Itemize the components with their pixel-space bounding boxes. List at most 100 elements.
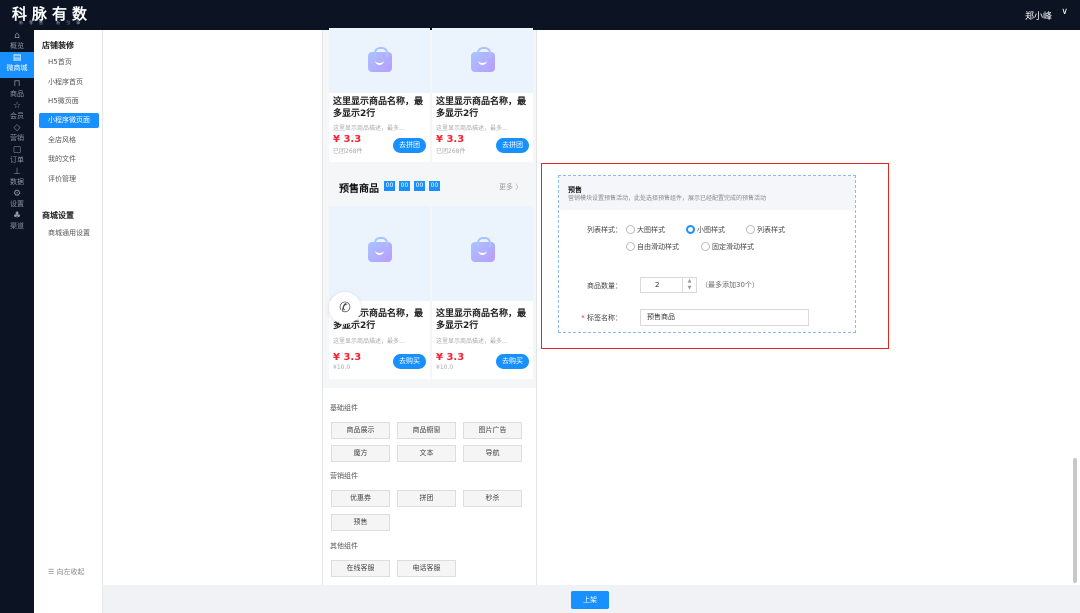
- submenu-group-settings: 商城设置: [42, 211, 74, 220]
- nav-label: 渠道: [10, 222, 24, 230]
- member-icon: ☆: [12, 101, 22, 111]
- product-card[interactable]: 这里显示商品名称，最多显示2行 这里显示商品描述，最多... ¥ 3.3 已团2…: [432, 28, 533, 162]
- submenu-item-reviews[interactable]: 评价管理: [42, 172, 99, 187]
- countdown-seconds: 00: [429, 181, 440, 191]
- nav-label: 微商城: [6, 64, 28, 72]
- collapse-toggle[interactable]: ☰ 向左收起: [48, 567, 85, 577]
- quantity-stepper[interactable]: 2 ▲ ▼: [640, 277, 697, 293]
- marketing-components-title: 营销组件: [330, 472, 358, 480]
- stepper-arrows-icon[interactable]: ▲ ▼: [682, 278, 696, 292]
- nav-item-1[interactable]: ▤ 微商城: [0, 52, 34, 78]
- main-content: 这里显示商品名称，最多显示2行 这里显示商品描述，最多... ¥ 3.3 已团2…: [103, 28, 1080, 585]
- user-name[interactable]: 郑小峰: [1025, 9, 1052, 22]
- other-components-title: 其他组件: [330, 542, 358, 550]
- radio-list-style[interactable]: 列表样式: [746, 225, 785, 235]
- product-desc: 这里显示商品描述，最多...: [436, 125, 508, 132]
- nav-label: 数据: [10, 178, 24, 186]
- top-bar: 科脉有数 新零售 新引擎 郑小峰 ∨: [0, 0, 1080, 30]
- submenu-item-files[interactable]: 我的文件: [42, 152, 99, 167]
- component-presale[interactable]: 预售: [331, 514, 390, 531]
- product-price: ¥ 3.3: [436, 352, 465, 363]
- product-image: [329, 28, 430, 93]
- scrollbar[interactable]: [1073, 458, 1077, 583]
- component-product-display[interactable]: 商品展示: [331, 422, 390, 439]
- product-name: 这里显示商品名称，最多显示2行: [436, 97, 527, 119]
- component-group-buy[interactable]: 拼团: [397, 490, 456, 507]
- component-flash-sale[interactable]: 秒杀: [463, 490, 522, 507]
- radio-large-style[interactable]: 大图样式: [626, 225, 665, 235]
- home-icon: ⌂: [14, 31, 20, 41]
- submenu-item-mini-home[interactable]: 小程序首页: [42, 75, 99, 90]
- component-text[interactable]: 文本: [397, 445, 456, 462]
- publish-button[interactable]: 上架: [571, 591, 609, 609]
- required-mark: *: [581, 314, 585, 322]
- component-coupon[interactable]: 优惠券: [331, 490, 390, 507]
- countdown-days: 00: [384, 181, 395, 191]
- component-online-service[interactable]: 在线客服: [331, 560, 390, 577]
- main-nav: ⌂ 概览 ▤ 微商城 ⊓ 商品 ☆ 会员 ◇ 营销 ▢ 订单 ⊥ 数据 ⚙ 设置 ♣ 渠道: [0, 30, 34, 613]
- presale-editor: 预售 营销模块设置预售活动，此处选择预售组件，展示已经配置完成的预售活动 列表样…: [558, 175, 856, 333]
- buy-button[interactable]: 去购买: [496, 354, 529, 369]
- nav-item-2[interactable]: ⊓ 商品: [0, 78, 34, 100]
- product-desc: 这里显示商品描述，最多...: [333, 125, 405, 132]
- more-link[interactable]: 更多 〉: [499, 182, 522, 192]
- presale-title: 预售商品: [339, 184, 379, 195]
- component-product-window[interactable]: 商品橱窗: [397, 422, 456, 439]
- nav-item-8[interactable]: ♣ 渠道: [0, 210, 34, 232]
- radio-free-scroll[interactable]: 自由滑动样式: [626, 242, 679, 252]
- nav-item-3[interactable]: ☆ 会员: [0, 100, 34, 122]
- chevron-down-icon[interactable]: ∨: [1061, 7, 1068, 17]
- qty-label: 商品数量：: [587, 282, 622, 290]
- radio-small-style[interactable]: 小图样式: [686, 225, 725, 235]
- shopping-bag-icon: [471, 237, 495, 262]
- gear-icon: ⚙: [12, 189, 22, 199]
- tag-icon: ◇: [13, 123, 21, 133]
- brand-tagline: 新零售 新引擎: [19, 20, 87, 25]
- store-icon: ▤: [12, 53, 22, 63]
- submenu-group-decoration: 店铺装修: [42, 41, 74, 50]
- nav-item-5[interactable]: ▢ 订单: [0, 144, 34, 166]
- product-card[interactable]: 这里显示商品名称，最多显示2行 这里显示商品描述，最多... ¥ 3.3 ¥10…: [432, 206, 533, 379]
- component-cube[interactable]: 魔方: [331, 445, 390, 462]
- group-buy-button[interactable]: 去拼团: [496, 138, 529, 153]
- editor-desc: 营销模块设置预售活动，此处选择预售组件，展示已经配置完成的预售活动: [568, 195, 767, 202]
- product-price: ¥ 3.3: [333, 352, 362, 363]
- shopping-bag-icon: [471, 47, 495, 72]
- nav-label: 订单: [10, 156, 24, 164]
- tag-label-text: 标签名称：: [587, 314, 622, 322]
- nav-label: 会员: [10, 112, 24, 120]
- component-nav[interactable]: 导航: [463, 445, 522, 462]
- radio-fixed-scroll[interactable]: 固定滑动样式: [701, 242, 754, 252]
- submenu-item-mini-micro[interactable]: 小程序微页面: [39, 113, 99, 128]
- tag-name-input[interactable]: 预售商品: [640, 309, 809, 326]
- basic-components-title: 基础组件: [330, 404, 358, 412]
- nav-item-6[interactable]: ⊥ 数据: [0, 166, 34, 188]
- product-card[interactable]: 这里显示商品名称，最多显示2行 这里显示商品描述，最多... ¥ 3.3 已团2…: [329, 28, 430, 162]
- nav-item-7[interactable]: ⚙ 设置: [0, 188, 34, 210]
- phone-preview: 这里显示商品名称，最多显示2行 这里显示商品描述，最多... ¥ 3.3 已团2…: [322, 28, 537, 585]
- product-desc: 这里显示商品描述，最多...: [333, 338, 405, 345]
- countdown-minutes: 00: [414, 181, 425, 191]
- component-phone-service[interactable]: 电话客服: [397, 560, 456, 577]
- product-price: ¥ 3.3: [333, 134, 362, 145]
- nav-item-0[interactable]: ⌂ 概览: [0, 30, 34, 52]
- submenu-item-h5-home[interactable]: H5首页: [42, 55, 99, 70]
- order-icon: ▢: [12, 145, 22, 155]
- group-buy-button[interactable]: 去拼团: [393, 138, 426, 153]
- group-sold: 已团268件: [333, 148, 363, 155]
- product-image: [329, 206, 430, 301]
- submenu-item-style[interactable]: 全店风格: [42, 133, 99, 148]
- phone-service-icon[interactable]: ✆: [329, 292, 361, 324]
- editor-header: 预售 营销模块设置预售活动，此处选择预售组件，展示已经配置完成的预售活动: [559, 176, 855, 210]
- buy-button[interactable]: 去购买: [393, 354, 426, 369]
- product-image: [432, 206, 533, 301]
- nav-label: 设置: [10, 200, 24, 208]
- group-sold: 已团268件: [436, 148, 466, 155]
- original-price: ¥10.0: [436, 364, 454, 371]
- sub-menu: 店铺装修 H5首页 小程序首页 H5微页面 小程序微页面 全店风格 我的文件 评…: [34, 30, 103, 613]
- submenu-item-h5-micro[interactable]: H5微页面: [42, 94, 99, 109]
- nav-item-4[interactable]: ◇ 营销: [0, 122, 34, 144]
- submenu-item-general[interactable]: 商城通用设置: [42, 226, 99, 241]
- component-image-ad[interactable]: 图片广告: [463, 422, 522, 439]
- quantity-value: 2: [655, 281, 660, 289]
